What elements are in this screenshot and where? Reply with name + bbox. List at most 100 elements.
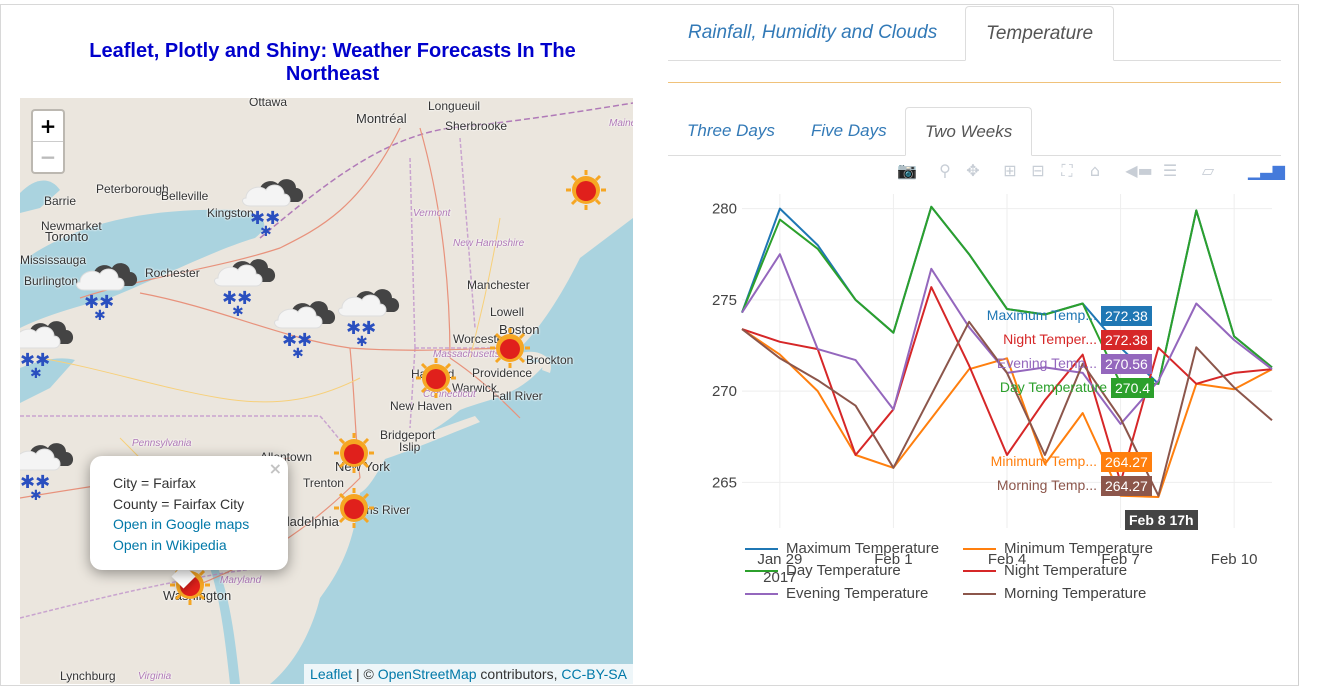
map-label: Brockton bbox=[526, 353, 574, 367]
legend-item[interactable]: Minimum Temperature bbox=[963, 538, 1153, 560]
zoom-out-icon[interactable]: ⊟ bbox=[1027, 160, 1049, 182]
y-tick-label: 280 bbox=[712, 201, 737, 218]
map-label: Burlington bbox=[24, 274, 79, 288]
map-label: Pennsylvania bbox=[132, 438, 192, 449]
map-label: Maine bbox=[609, 118, 633, 129]
map-label: Belleville bbox=[161, 189, 209, 203]
hover-x-label: Feb 8 17h bbox=[1125, 510, 1198, 530]
y-tick-label: 265 bbox=[712, 474, 737, 491]
map-label: Longueuil bbox=[428, 99, 481, 113]
autoscale-icon[interactable]: ⛶ bbox=[1056, 160, 1078, 182]
legend-swatch bbox=[963, 548, 996, 551]
hover-series-value: 264.27 bbox=[1101, 476, 1152, 496]
legend-swatch bbox=[745, 593, 778, 596]
legend-label: Night Temperature bbox=[1004, 562, 1128, 579]
hover-series-name: Morning Temp... bbox=[996, 477, 1097, 493]
plotly-logo-icon[interactable]: ▁▃▆ bbox=[1248, 160, 1285, 182]
legend-item[interactable]: Evening Temperature bbox=[745, 583, 928, 605]
hover-series-name: Maximum Temp... bbox=[986, 307, 1097, 323]
map-label: New Hampshire bbox=[453, 238, 525, 249]
map-label: Massachusetts bbox=[433, 349, 500, 360]
tab-rainfall[interactable]: Rainfall, Humidity and Clouds bbox=[668, 6, 957, 60]
map-label: Barrie bbox=[44, 194, 77, 208]
license-link[interactable]: CC-BY-SA bbox=[561, 666, 627, 682]
legend-swatch bbox=[963, 593, 996, 596]
google-maps-link[interactable]: Open in Google maps bbox=[113, 516, 249, 532]
popup-county: County = Fairfax City bbox=[113, 495, 245, 512]
page-title: Leaflet, Plotly and Shiny: Weather Forec… bbox=[89, 40, 576, 85]
map-label: Toronto bbox=[45, 229, 89, 244]
popup-close-icon[interactable]: × bbox=[269, 459, 282, 478]
map-zoom-control: + − bbox=[31, 109, 65, 174]
hover-series-value: 270.56 bbox=[1101, 354, 1152, 374]
legend-label: Day Temperature bbox=[786, 562, 901, 579]
legend-item[interactable]: Maximum Temperature bbox=[745, 538, 939, 560]
legend-label: Maximum Temperature bbox=[786, 540, 940, 557]
map-label: New Haven bbox=[390, 399, 453, 413]
map-label: Lynchburg bbox=[60, 669, 116, 683]
legend-label: Morning Temperature bbox=[1004, 585, 1147, 602]
zoom-out-button[interactable]: − bbox=[33, 142, 63, 172]
osm-link[interactable]: OpenStreetMap bbox=[378, 666, 477, 682]
legend-label: Minimum Temperature bbox=[1004, 540, 1153, 557]
y-tick-label: 270 bbox=[712, 383, 737, 400]
hover-closest-icon[interactable]: ◀▬ bbox=[1124, 160, 1154, 182]
map-label: Hartford bbox=[411, 367, 455, 381]
legend-swatch bbox=[745, 548, 778, 551]
map-popup: × City = Fairfax County = Fairfax City O… bbox=[90, 456, 288, 570]
legend-item[interactable]: Morning Temperature bbox=[963, 583, 1146, 605]
hover-series-value: 272.38 bbox=[1101, 330, 1152, 350]
map-label: Montréal bbox=[356, 111, 407, 126]
legend-item[interactable]: Night Temperature bbox=[963, 560, 1127, 582]
camera-icon[interactable]: 📷 bbox=[896, 160, 918, 182]
zoom-in-icon[interactable]: ⊞ bbox=[999, 160, 1021, 182]
hover-compare-icon[interactable]: ☰ bbox=[1159, 160, 1181, 182]
plotly-modebar: 📷 ⚲ ✥ ⊞ ⊟ ⛶ ⌂ ◀▬ ☰ ▱ ▁▃▆ bbox=[896, 160, 1285, 182]
map-label: Peterborough bbox=[96, 182, 169, 196]
chart-canvas: 265270275280Jan 292017Feb 1 Feb 4 Feb 7 Feb… bbox=[712, 194, 1273, 586]
toggle-spikelines-icon[interactable]: ▱ bbox=[1197, 160, 1219, 182]
map-attribution: Leaflet | © OpenStreetMap contributors, … bbox=[304, 664, 633, 684]
attribution-contributors: contributors, bbox=[476, 666, 562, 682]
map-label: Maryland bbox=[220, 575, 262, 586]
leaflet-map[interactable]: Ottawa Longueuil Montréal Sherbrooke Mai… bbox=[20, 98, 633, 684]
legend-swatch bbox=[963, 570, 996, 573]
hover-series-name: Minimum Temp... bbox=[990, 453, 1097, 469]
legend-swatch bbox=[745, 570, 778, 573]
x-tick-label: Feb 10 bbox=[1211, 551, 1258, 568]
leaflet-link[interactable]: Leaflet bbox=[310, 666, 352, 682]
tab-two-weeks[interactable]: Two Weeks bbox=[905, 107, 1033, 156]
y-tick-label: 275 bbox=[712, 292, 737, 309]
legend-label: Evening Temperature bbox=[786, 585, 929, 602]
map-label: Fall River bbox=[492, 389, 543, 403]
popup-city: City = Fairfax bbox=[113, 475, 196, 491]
tab-five-days[interactable]: Five Days bbox=[792, 107, 906, 155]
map-label: Boston bbox=[499, 322, 540, 337]
map-label: Providence bbox=[472, 366, 533, 380]
hover-series-value: 270.4 bbox=[1111, 378, 1155, 398]
map-label: Ottawa bbox=[249, 98, 288, 109]
map-label: Vermont bbox=[413, 208, 451, 219]
zoom-in-button[interactable]: + bbox=[33, 111, 63, 142]
range-tabs: Three Days Five Days Two Weeks bbox=[668, 107, 1281, 156]
map-label: Islip bbox=[399, 440, 421, 454]
zoom-icon[interactable]: ⚲ bbox=[934, 160, 956, 182]
tab-three-days[interactable]: Three Days bbox=[668, 107, 794, 155]
map-label: Lowell bbox=[490, 305, 525, 319]
map-label: Virginia bbox=[138, 671, 172, 682]
map-label: New York bbox=[335, 459, 390, 474]
tab-content-divider bbox=[668, 82, 1281, 83]
tab-temperature[interactable]: Temperature bbox=[965, 6, 1115, 61]
wikipedia-link[interactable]: Open in Wikipedia bbox=[113, 537, 227, 553]
reset-axes-icon[interactable]: ⌂ bbox=[1084, 160, 1106, 182]
pan-icon[interactable]: ✥ bbox=[962, 160, 984, 182]
legend-item[interactable]: Day Temperature bbox=[745, 560, 901, 582]
main-tabs: Rainfall, Humidity and Clouds Temperatur… bbox=[668, 6, 1281, 61]
hover-series-name: Day Temperature bbox=[999, 379, 1107, 395]
map-label: Sherbrooke bbox=[445, 119, 508, 133]
map-label: Washington bbox=[163, 588, 232, 603]
map-label: Kingston bbox=[207, 206, 254, 220]
map-label: Mississauga bbox=[20, 253, 87, 267]
map-label: Toms River bbox=[350, 503, 411, 517]
hover-series-name: Night Temper... bbox=[1003, 331, 1097, 347]
